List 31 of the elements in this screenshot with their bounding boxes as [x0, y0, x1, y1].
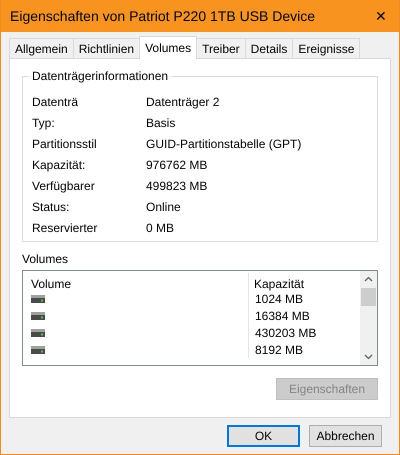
info-label: Status:	[32, 200, 70, 214]
scroll-thumb[interactable]	[361, 288, 376, 306]
info-value: 0 MB	[146, 220, 176, 234]
dialog-button[interactable]: OK	[227, 425, 300, 447]
column-header[interactable]: Volume	[23, 273, 248, 295]
group-title: Datenträgerinformationen	[29, 69, 172, 83]
tab[interactable]: Volumes	[139, 36, 198, 59]
drive-icon	[31, 346, 45, 354]
drive-icon	[31, 294, 45, 302]
dialog-button[interactable]: Abbrechen	[309, 425, 382, 447]
info-label: Datenträ	[32, 94, 80, 108]
info-label: Reservierter	[32, 220, 98, 234]
info-value: Basis	[146, 116, 176, 130]
close-icon[interactable]: ✕	[375, 8, 387, 24]
info-value: Datenträger 2	[146, 94, 220, 108]
info-label: Kapazität:	[32, 158, 86, 172]
info-value: GUID-Partitionstabelle (GPT)	[146, 136, 302, 150]
volume-list[interactable]: Volume Kapazität 1024 MB 16384 MB 430203 MB 8192 MB	[22, 270, 378, 366]
drive-icon	[31, 328, 45, 336]
info-value: Online	[146, 200, 182, 214]
window-title: Eigenschaften von Patriot P220 1TB USB Device	[10, 8, 316, 24]
scrollbar[interactable]	[360, 271, 377, 365]
drive-icon	[31, 312, 45, 320]
info-label: Partitionsstil	[32, 136, 98, 150]
section-title: Volumes	[22, 252, 70, 266]
tab[interactable]: Ereignisse	[292, 38, 360, 58]
info-label: Typ:	[32, 116, 56, 130]
info-value: 976762 MB	[146, 158, 208, 172]
info-value: 499823 MB	[146, 178, 208, 192]
tab[interactable]: Allgemein	[9, 38, 74, 58]
info-label: Verfügbarer	[32, 178, 96, 192]
